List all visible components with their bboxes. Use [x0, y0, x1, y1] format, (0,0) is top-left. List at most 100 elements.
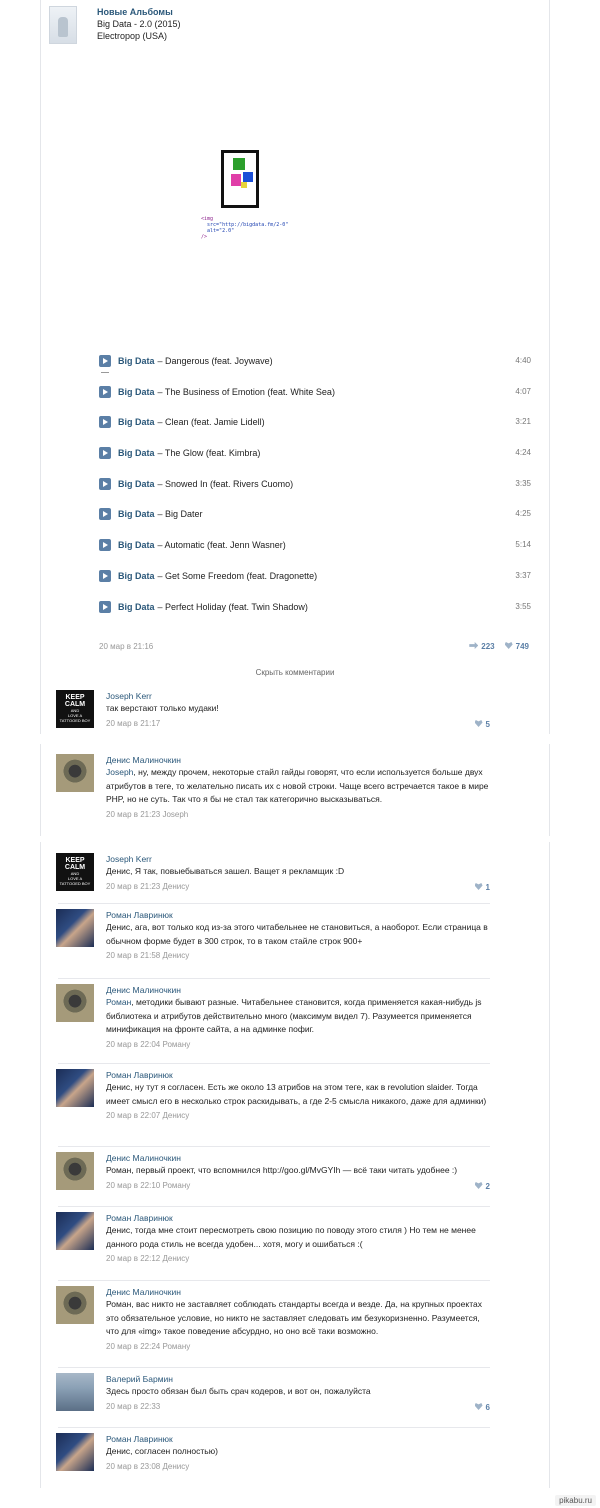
album-cover-thumbnail[interactable]: [49, 6, 77, 44]
track-row[interactable]: Big Data – Get Some Freedom (feat. Dragon…: [99, 569, 531, 600]
comment-date[interactable]: 20 мар в 23:08 Денису: [106, 1461, 492, 1473]
play-icon[interactable]: [99, 355, 111, 367]
avatar[interactable]: KEEP CALM AND LOVE A TATTOOED BOY: [56, 853, 94, 891]
track-duration: 4:24: [515, 448, 531, 458]
comment-author-link[interactable]: Денис Малиночкин: [106, 1286, 492, 1298]
avatar[interactable]: [56, 1212, 94, 1250]
play-icon[interactable]: [99, 600, 111, 613]
track-artist[interactable]: Big Data: [118, 415, 155, 429]
track-row[interactable]: Big Data – Perfect Holiday (feat. Twin Sh…: [99, 600, 531, 631]
track-artist[interactable]: Big Data: [118, 538, 155, 552]
like-button[interactable]: 749: [504, 642, 529, 651]
comment-text: Здесь просто обязан был быть срач кодеро…: [106, 1386, 371, 1396]
track-row[interactable]: Big Data – Big Dater 4:25: [99, 507, 531, 538]
comment-author-link[interactable]: Joseph Kerr: [106, 690, 492, 702]
comment-divider: [58, 1427, 490, 1428]
comment-author-link[interactable]: Роман Лавринюк: [106, 1212, 492, 1224]
comment-date[interactable]: 20 мар в 21:17: [106, 718, 492, 730]
play-icon[interactable]: [99, 477, 111, 490]
comment-text: Денис, Я так, повыебываться зашел. Ващет…: [106, 866, 345, 876]
track-row[interactable]: Big Data – Snowed In (feat. Rivers Cuomo)…: [99, 477, 531, 508]
like-count: 749: [515, 642, 529, 651]
avatar[interactable]: [56, 754, 94, 792]
broken-image: <img src="http://bigdata.fm/2-0" alt="2.…: [201, 150, 288, 240]
play-icon[interactable]: [99, 416, 111, 429]
comment-body: Joseph Kerr Денис, Я так, повыебываться з…: [106, 853, 492, 893]
track-artist[interactable]: Big Data: [118, 507, 155, 521]
mention-link[interactable]: Роман: [106, 997, 131, 1007]
avatar[interactable]: [56, 1286, 94, 1324]
mention-link[interactable]: Joseph: [106, 767, 133, 777]
comment-text: так верстают только мудаки!: [106, 703, 219, 713]
comment-like-count: 5: [485, 720, 490, 729]
play-icon[interactable]: [99, 508, 111, 521]
track-artist[interactable]: Big Data: [118, 569, 155, 583]
comment-date[interactable]: 20 мар в 21:58 Денису: [106, 950, 492, 962]
comment-like-button[interactable]: 2: [474, 1182, 490, 1191]
img-code-snippet: <img src="http://bigdata.fm/2-0" alt="2.…: [201, 216, 288, 240]
track-title: – Perfect Holiday (feat. Twin Shadow): [157, 601, 308, 612]
track-artist[interactable]: Big Data: [118, 477, 155, 491]
track-title: – Snowed In (feat. Rivers Cuomo): [157, 478, 294, 489]
comment-like-button[interactable]: 5: [474, 720, 490, 729]
heart-icon: [474, 883, 483, 890]
play-icon[interactable]: [99, 539, 111, 552]
comment-date[interactable]: 20 мар в 22:24 Роману: [106, 1341, 492, 1353]
comment-body: Денис Малиночкин Роман, вас никто не заст…: [106, 1286, 492, 1353]
track-title: – The Glow (feat. Kimbra): [157, 448, 261, 459]
track-duration: 3:37: [515, 570, 531, 580]
track-title: – Clean (feat. Jamie Lidell): [157, 417, 265, 428]
comment-author-link[interactable]: Денис Малиночкин: [106, 754, 492, 766]
track-row[interactable]: Big Data – Automatic (feat. Jenn Wasner) 5…: [99, 538, 531, 569]
comment-body: Роман Лавринюк Денис, ну тут я согласен. …: [106, 1069, 492, 1122]
post-author-link[interactable]: Новые Альбомы: [97, 6, 181, 18]
track-artist[interactable]: Big Data: [118, 385, 155, 399]
track-title: – Big Dater: [157, 509, 203, 520]
comment-date[interactable]: 20 мар в 21:23 Денису: [106, 881, 492, 893]
comment-author-link[interactable]: Joseph Kerr: [106, 853, 492, 865]
comment-author-link[interactable]: Денис Малиночкин: [106, 984, 492, 996]
track-row[interactable]: Big Data – The Business of Emotion (feat.…: [99, 385, 531, 416]
track-duration: 3:21: [515, 417, 531, 427]
track-row[interactable]: Big Data – Clean (feat. Jamie Lidell) 3:21: [99, 415, 531, 446]
avatar[interactable]: [56, 1373, 94, 1411]
avatar[interactable]: [56, 984, 94, 1022]
track-artist[interactable]: Big Data: [118, 600, 155, 614]
track-duration: 5:14: [515, 540, 531, 550]
comment-author-link[interactable]: Роман Лавринюк: [106, 909, 492, 921]
progress-dash: [101, 372, 109, 373]
heart-icon: [504, 642, 513, 649]
comment-like-button[interactable]: 6: [474, 1403, 490, 1412]
avatar[interactable]: [56, 1433, 94, 1471]
avatar[interactable]: [56, 1069, 94, 1107]
track-artist[interactable]: Big Data: [118, 446, 155, 460]
comment-date[interactable]: 20 мар в 21:23 Joseph: [106, 809, 492, 821]
comment-date[interactable]: 20 мар в 22:04 Роману: [106, 1039, 492, 1051]
track-artist[interactable]: Big Data: [118, 354, 155, 368]
play-icon[interactable]: [99, 447, 111, 460]
post-date[interactable]: 20 мар в 21:16: [99, 642, 153, 651]
hide-comments-link[interactable]: Скрыть комментарии: [41, 668, 549, 677]
repost-button[interactable]: 223: [469, 642, 495, 651]
comment-text: Роман, вас никто не заставляет соблюдать…: [106, 1299, 482, 1336]
track-row[interactable]: Big Data – Dangerous (feat. Joywave) 4:40: [99, 354, 531, 385]
comment-divider: [58, 1280, 490, 1281]
comment-author-link[interactable]: Денис Малиночкин: [106, 1152, 492, 1164]
comment-date[interactable]: 20 мар в 22:07 Денису: [106, 1110, 492, 1122]
comment-date[interactable]: 20 мар в 22:10 Роману: [106, 1180, 492, 1192]
track-title: – The Business of Emotion (feat. White S…: [157, 386, 335, 397]
comment-author-link[interactable]: Роман Лавринюк: [106, 1433, 492, 1445]
avatar[interactable]: [56, 1152, 94, 1190]
comment-author-link[interactable]: Валерий Бармин: [106, 1373, 492, 1385]
track-list: Big Data – Dangerous (feat. Joywave) 4:40 B…: [99, 354, 531, 630]
heart-icon: [474, 1182, 483, 1189]
comment-like-button[interactable]: 1: [474, 883, 490, 892]
avatar[interactable]: KEEP CALM AND LOVE A TATTOOED BOY: [56, 690, 94, 728]
track-row[interactable]: Big Data – The Glow (feat. Kimbra) 4:24: [99, 446, 531, 477]
comment-author-link[interactable]: Роман Лавринюк: [106, 1069, 492, 1081]
comment-date[interactable]: 20 мар в 22:12 Денису: [106, 1253, 492, 1265]
play-icon[interactable]: [99, 569, 111, 582]
play-icon[interactable]: [99, 385, 111, 398]
comment-date[interactable]: 20 мар в 22:33: [106, 1401, 492, 1413]
avatar[interactable]: [56, 909, 94, 947]
